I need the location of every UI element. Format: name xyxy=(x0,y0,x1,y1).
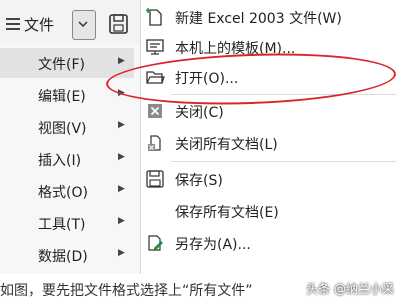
menu-item-format[interactable]: 格式(O) ▶ xyxy=(0,176,134,206)
menu-item-new-excel-2003[interactable]: 新建 Excel 2003 文件(W) xyxy=(141,2,400,32)
menu-item-label: 数据(D) xyxy=(38,249,88,265)
menu-item-label: 保存所有文档(E) xyxy=(175,205,279,221)
submenu-arrow-icon: ▶ xyxy=(118,248,125,258)
save-icon[interactable] xyxy=(108,12,130,36)
menu-item-label: 保存(S) xyxy=(175,173,223,189)
file-menu-label: 文件 xyxy=(24,15,55,34)
menu-item-close-all[interactable]: 关闭所有文档(L) xyxy=(141,128,400,158)
caption-bar: 如图，要先把文件格式选择上“所有文件” 头条 @纳兰小采 xyxy=(0,274,400,300)
top-bar: 文件 xyxy=(0,0,140,44)
watermark: 头条 @纳兰小采 xyxy=(306,282,394,296)
menu-item-label: 关闭(C) xyxy=(175,105,224,121)
menu-divider xyxy=(171,161,396,162)
menu-item-label: 新建 Excel 2003 文件(W) xyxy=(175,11,342,27)
menu-item-label: 视图(V) xyxy=(38,121,87,137)
menu-item-save[interactable]: 保存(S) xyxy=(141,164,400,194)
new-file-icon xyxy=(146,8,162,26)
chevron-down-icon xyxy=(78,21,88,27)
menu-item-label: 工具(T) xyxy=(38,217,86,233)
file-submenu: 新建 Excel 2003 文件(W) 本机上的模板(M)... 打开(O)..… xyxy=(140,0,400,300)
close-all-icon xyxy=(148,135,161,151)
submenu-arrow-icon: ▶ xyxy=(118,120,125,130)
submenu-arrow-icon: ▶ xyxy=(118,216,125,226)
menu-item-data[interactable]: 数据(D) ▶ xyxy=(0,240,134,270)
hamburger-icon xyxy=(6,18,20,30)
menu-dropdown-button[interactable] xyxy=(72,10,96,40)
submenu-arrow-icon: ▶ xyxy=(118,56,125,66)
save-as-icon xyxy=(148,235,163,251)
menu-item-file[interactable]: 文件(F) ▶ xyxy=(0,48,134,78)
menu-item-label: 插入(I) xyxy=(38,153,82,169)
menu-item-label: 编辑(E) xyxy=(38,89,86,105)
template-icon xyxy=(146,39,164,55)
file-menu-button[interactable]: 文件 xyxy=(6,12,54,36)
menu-item-label: 另存为(A)... xyxy=(175,237,251,253)
menu-item-insert[interactable]: 插入(I) ▶ xyxy=(0,144,134,174)
save-icon xyxy=(146,170,164,188)
menu-item-label: 关闭所有文档(L) xyxy=(175,137,278,153)
menu-item-label: 格式(O) xyxy=(38,185,88,201)
caption-text: 如图，要先把文件格式选择上“所有文件” xyxy=(0,283,253,299)
menu-item-save-all[interactable]: 保存所有文档(E) xyxy=(141,196,400,226)
menu-item-label: 文件(F) xyxy=(38,57,85,73)
close-icon xyxy=(148,104,162,118)
submenu-arrow-icon: ▶ xyxy=(118,152,125,162)
menu-item-view[interactable]: 视图(V) ▶ xyxy=(0,112,134,142)
submenu-arrow-icon: ▶ xyxy=(118,184,125,194)
menu-item-tools[interactable]: 工具(T) ▶ xyxy=(0,208,134,238)
menu-item-save-as[interactable]: 另存为(A)... xyxy=(141,228,400,258)
